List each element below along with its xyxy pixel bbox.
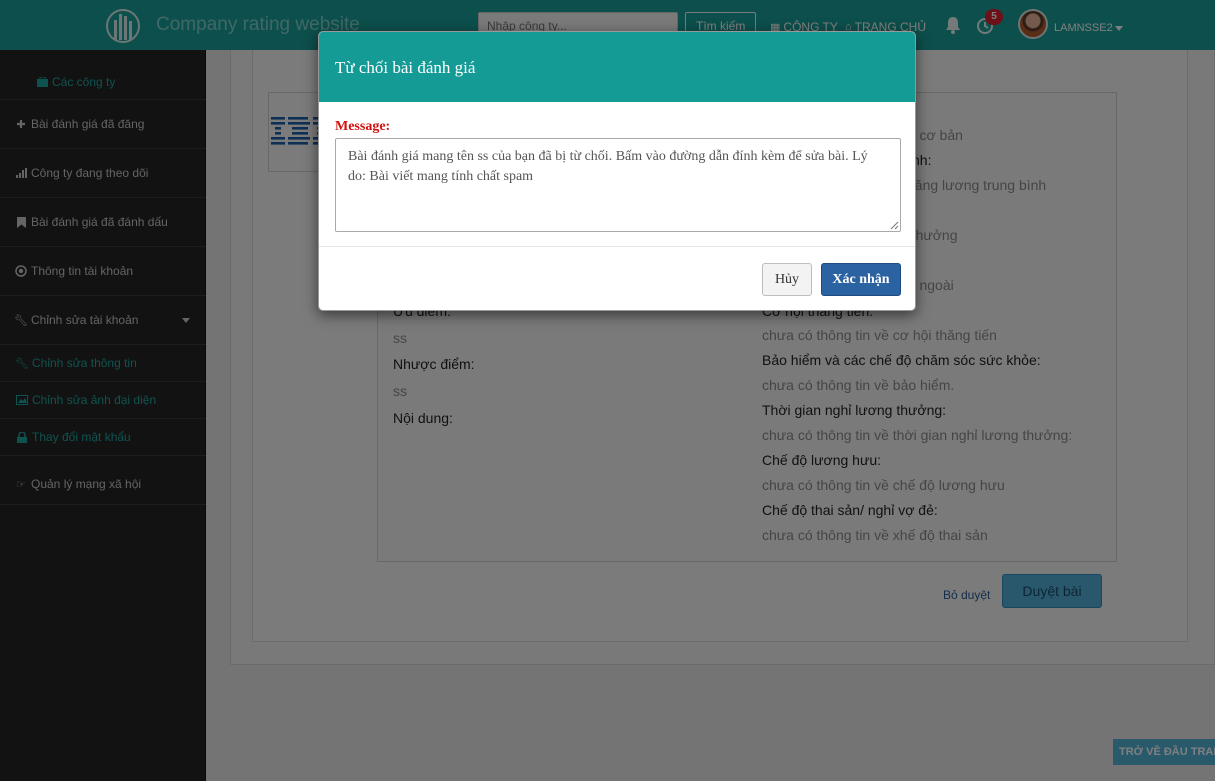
modal-title: Từ chối bài đánh giá bbox=[335, 58, 476, 77]
cancel-button[interactable]: Hủy bbox=[762, 263, 812, 296]
resize-handle-icon[interactable] bbox=[889, 220, 899, 230]
message-textarea[interactable]: Bài đánh giá mang tên ss của bạn đã bị t… bbox=[335, 138, 901, 232]
modal-divider bbox=[319, 246, 915, 247]
reject-review-modal: Từ chối bài đánh giá Message: Bài đánh g… bbox=[318, 31, 916, 311]
confirm-button[interactable]: Xác nhận bbox=[821, 263, 901, 296]
modal-header: Từ chối bài đánh giá bbox=[319, 32, 915, 102]
message-label: Message: bbox=[335, 119, 391, 134]
